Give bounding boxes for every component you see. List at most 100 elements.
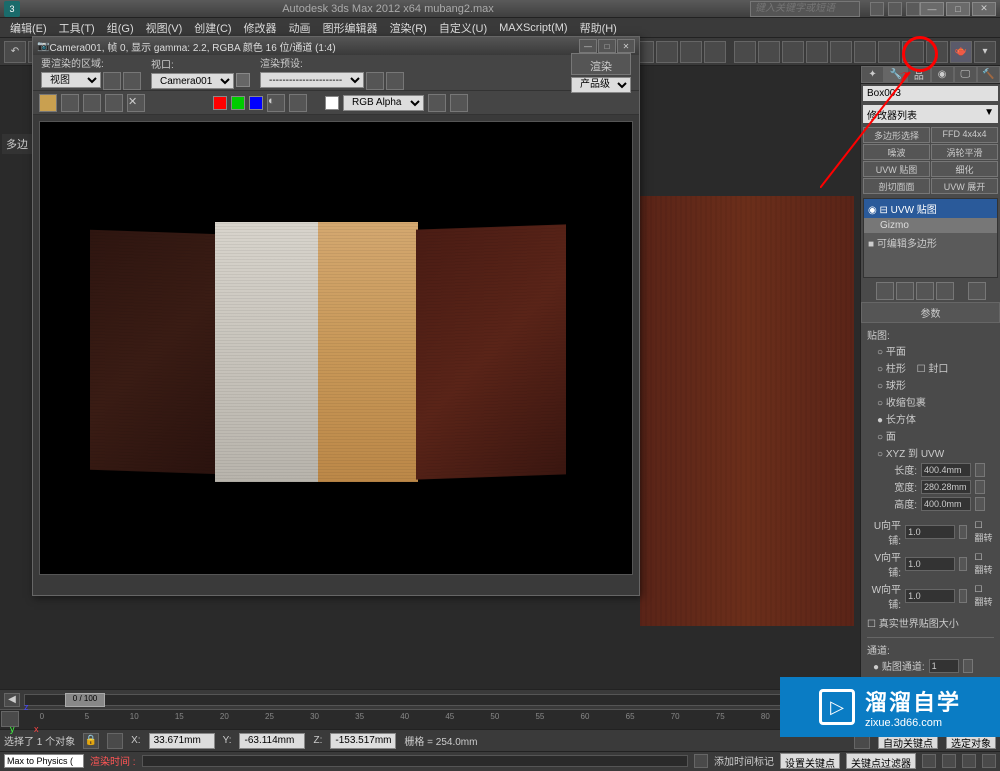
- rw-viewport-select[interactable]: Camera001: [151, 73, 234, 89]
- coord-y[interactable]: [239, 733, 305, 749]
- rw-save-icon[interactable]: [39, 94, 57, 112]
- angle-snap[interactable]: [656, 41, 678, 63]
- align-button[interactable]: [782, 41, 804, 63]
- undo-button[interactable]: ↶: [4, 41, 26, 63]
- lock-selection-icon[interactable]: 🔒: [83, 733, 99, 749]
- spinner-snap[interactable]: [704, 41, 726, 63]
- mapchannel-spinner[interactable]: [929, 659, 959, 673]
- rw-area-select[interactable]: 视图: [41, 72, 101, 88]
- radio-xyz[interactable]: ○ XYZ 到 UVW: [877, 444, 994, 461]
- keyfilter-button[interactable]: 关键点过滤器: [846, 753, 916, 769]
- mod-btn-polyselect[interactable]: 多边形选择: [863, 127, 930, 143]
- mapchannel-radio[interactable]: ● 贴图通道:: [873, 658, 925, 673]
- timetag-icon[interactable]: [694, 754, 708, 768]
- rw-white-swatch[interactable]: [325, 96, 339, 110]
- make-unique-icon[interactable]: [916, 282, 934, 300]
- maxscript-listener[interactable]: [4, 754, 84, 768]
- mirror-button[interactable]: [758, 41, 780, 63]
- display-tab[interactable]: 🖵: [954, 66, 977, 83]
- help-search-input[interactable]: [750, 1, 860, 17]
- width-arrows[interactable]: [975, 480, 985, 494]
- radio-shrink[interactable]: ○ 收缩包裹: [877, 393, 994, 410]
- configure-icon[interactable]: [968, 282, 986, 300]
- mod-btn-tessellate[interactable]: 细化: [931, 161, 998, 177]
- wtile-spinner[interactable]: [905, 589, 955, 603]
- nav-4[interactable]: [982, 754, 996, 768]
- menu-modifiers[interactable]: 修改器: [238, 18, 283, 38]
- radio-box[interactable]: ● 长方体: [877, 410, 994, 427]
- nav-3[interactable]: [962, 754, 976, 768]
- coord-z[interactable]: [330, 733, 396, 749]
- menu-create[interactable]: 创建(C): [188, 18, 237, 38]
- rw-maximize[interactable]: □: [598, 39, 616, 53]
- radio-planar[interactable]: ○ 平面: [877, 342, 994, 359]
- utile-arrows[interactable]: [959, 525, 966, 539]
- setkey-button[interactable]: 设置关键点: [780, 753, 840, 769]
- search-icon[interactable]: [870, 2, 884, 16]
- help-icon[interactable]: [906, 2, 920, 16]
- rw-clone-icon[interactable]: [83, 94, 101, 112]
- menu-maxscript[interactable]: MAXScript(M): [493, 20, 573, 36]
- remove-mod-icon[interactable]: [936, 282, 954, 300]
- rw-green-swatch[interactable]: [231, 96, 245, 110]
- menu-render[interactable]: 渲染(R): [384, 18, 433, 38]
- modify-tab[interactable]: 🔧: [884, 66, 907, 83]
- create-tab[interactable]: ✦: [861, 66, 884, 83]
- object-name-field[interactable]: Box003: [863, 86, 998, 101]
- rw-close[interactable]: ✕: [617, 39, 635, 53]
- menu-edit[interactable]: 编辑(E): [4, 18, 53, 38]
- radio-spherical[interactable]: ○ 球形: [877, 376, 994, 393]
- modifier-list-dropdown[interactable]: 修改器列表▼: [863, 105, 998, 123]
- mod-btn-unwrap[interactable]: UVW 展开: [931, 178, 998, 194]
- schematic-view[interactable]: [854, 41, 876, 63]
- rw-blue-swatch[interactable]: [249, 96, 263, 110]
- radio-face[interactable]: ○ 面: [877, 427, 994, 444]
- motion-tab[interactable]: ◉: [931, 66, 954, 83]
- render-production[interactable]: 🫖: [950, 41, 972, 63]
- rw-alpha-icon[interactable]: ◐: [267, 94, 285, 112]
- length-arrows[interactable]: [975, 463, 985, 477]
- mod-btn-slice[interactable]: 剖切面面: [863, 178, 930, 194]
- rw-print-icon[interactable]: [105, 94, 123, 112]
- rw-mono-icon[interactable]: [289, 94, 307, 112]
- rw-overlay-icon[interactable]: [428, 94, 446, 112]
- rw-minimize[interactable]: —: [579, 39, 597, 53]
- curve-editor[interactable]: [830, 41, 852, 63]
- stack-editpoly[interactable]: ■ 可编辑多边形: [864, 233, 997, 252]
- percent-snap[interactable]: [680, 41, 702, 63]
- height-arrows[interactable]: [975, 497, 985, 511]
- maximize-button[interactable]: □: [946, 2, 970, 16]
- menu-animation[interactable]: 动画: [283, 18, 317, 38]
- stack-gizmo[interactable]: Gizmo: [864, 218, 997, 233]
- rw-autoregion-icon[interactable]: [123, 72, 141, 90]
- mod-btn-ffd[interactable]: FFD 4x4x4: [931, 127, 998, 143]
- stack-uvwmap[interactable]: ◉ ⊟ UVW 贴图: [864, 199, 997, 218]
- menu-tools[interactable]: 工具(T): [53, 18, 101, 38]
- rw-clear-icon[interactable]: ✕: [127, 94, 145, 112]
- layers-button[interactable]: [806, 41, 828, 63]
- material-editor[interactable]: [878, 41, 900, 63]
- params-rollout-header[interactable]: 参数: [861, 302, 1000, 323]
- render-frame[interactable]: [926, 41, 948, 63]
- rw-red-swatch[interactable]: [213, 96, 227, 110]
- mapchannel-arrows[interactable]: [963, 659, 973, 673]
- vtile-arrows[interactable]: [959, 557, 966, 571]
- timeline-left[interactable]: ◀: [4, 693, 20, 707]
- menu-customize[interactable]: 自定义(U): [433, 18, 493, 38]
- utilities-tab[interactable]: 🔨: [977, 66, 1000, 83]
- show-result-icon[interactable]: [896, 282, 914, 300]
- modifier-stack[interactable]: ◉ ⊟ UVW 贴图 Gizmo ■ 可编辑多边形: [863, 198, 998, 278]
- radio-cylindrical[interactable]: ○ 柱形 ☐ 封口: [877, 359, 994, 376]
- wtile-arrows[interactable]: [959, 589, 966, 603]
- close-button[interactable]: ✕: [972, 2, 996, 16]
- mod-btn-noise[interactable]: 噪波: [863, 144, 930, 160]
- vtile-spinner[interactable]: [905, 557, 955, 571]
- vflip-check[interactable]: ☐ 翻转: [975, 552, 994, 576]
- time-handle[interactable]: 0 / 100: [65, 693, 105, 707]
- wflip-check[interactable]: ☐ 翻转: [975, 584, 994, 608]
- add-timetag[interactable]: 添加时间标记: [714, 753, 774, 768]
- named-sel[interactable]: [734, 41, 756, 63]
- render-setup[interactable]: [902, 41, 924, 63]
- rw-region-icon[interactable]: [103, 72, 121, 90]
- menu-group[interactable]: 组(G): [101, 18, 140, 38]
